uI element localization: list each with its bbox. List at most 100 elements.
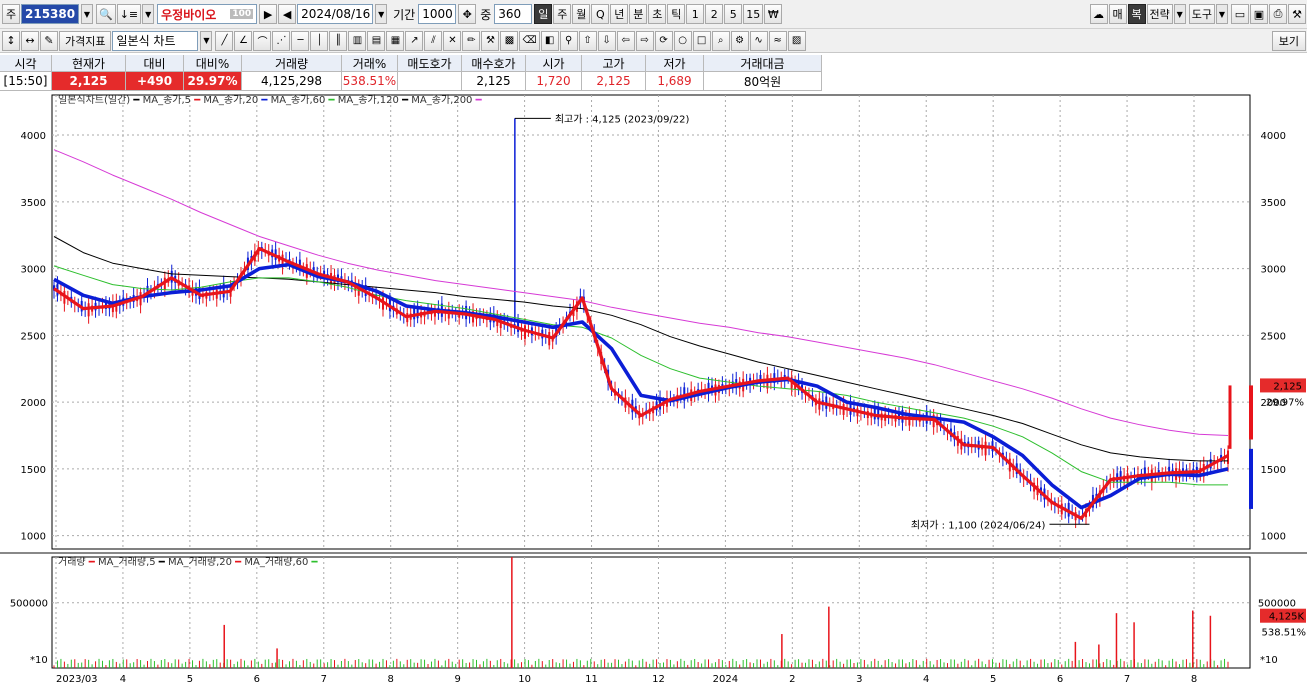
gann-tool-icon[interactable]: ✕ bbox=[443, 30, 462, 51]
interval-button[interactable]: 15 bbox=[743, 4, 764, 24]
interval-button[interactable]: 월 bbox=[572, 4, 591, 24]
settings-tool-icon[interactable]: ⚙ bbox=[730, 30, 749, 51]
interval-button[interactable]: Q bbox=[591, 4, 610, 24]
print-icon[interactable]: ⎙ bbox=[1269, 4, 1287, 24]
next-arrow-icon[interactable]: ▶ bbox=[259, 4, 278, 24]
arrow-left-tool-icon[interactable]: ⇦ bbox=[616, 30, 635, 51]
rb-2[interactable]: 전략 bbox=[1146, 4, 1173, 24]
arc-tool-icon[interactable]: ⌒ bbox=[253, 30, 272, 51]
indicator-button[interactable]: 가격지표 bbox=[59, 30, 112, 51]
tools-dropdown-icon[interactable]: ▼ bbox=[1216, 4, 1228, 24]
info-header: 현재가 bbox=[52, 55, 126, 72]
wave-tool-icon[interactable]: ∿ bbox=[749, 30, 768, 51]
chart-type-dropdown-icon[interactable]: ▼ bbox=[200, 30, 213, 51]
price-chart[interactable]: 1000 10001500 15002000 20002500 25003000 3000… bbox=[0, 91, 1307, 688]
period-input[interactable]: 1000 bbox=[418, 4, 457, 24]
code-dropdown-icon[interactable]: ▼ bbox=[81, 4, 93, 24]
interval-button[interactable]: 초 bbox=[648, 4, 667, 24]
search-icon[interactable]: 🔍 bbox=[96, 4, 116, 24]
prev-arrow-icon[interactable]: ◀ bbox=[278, 4, 297, 24]
name-badge: 100 bbox=[230, 9, 254, 19]
interval-buttons: 일 주 월 Q 년 분 초 틱 1 2 5 15 ₩ bbox=[534, 4, 783, 24]
count-input[interactable]: 360 bbox=[494, 4, 533, 24]
wave2-tool-icon[interactable]: ≈ bbox=[768, 30, 787, 51]
cloud-icon[interactable]: ☁ bbox=[1089, 4, 1108, 24]
info-header: 거래량 bbox=[242, 55, 342, 72]
rb-3[interactable]: 도구 bbox=[1188, 4, 1215, 24]
info-value: 1,689 bbox=[646, 72, 704, 91]
info-value: 4,125,298 bbox=[242, 72, 342, 91]
grid-tool-tool-icon[interactable]: ▥ bbox=[348, 30, 367, 51]
sort-icon[interactable]: ↓≡ bbox=[116, 4, 142, 24]
x-tick-label: 8 bbox=[1191, 674, 1197, 685]
save-icon[interactable]: ▣ bbox=[1250, 4, 1268, 24]
stock-type-button[interactable]: 주 bbox=[2, 4, 20, 24]
strategy-dropdown-icon[interactable]: ▼ bbox=[1173, 4, 1186, 24]
volume-tick-left: 500000 bbox=[10, 599, 48, 610]
folder-icon[interactable]: ▭ bbox=[1231, 4, 1249, 24]
circle-tool-icon[interactable]: ○ bbox=[673, 30, 692, 51]
cycle-tool-icon[interactable]: ⟳ bbox=[654, 30, 673, 51]
sort-dropdown-icon[interactable]: ▼ bbox=[142, 4, 155, 24]
pencil-tool-icon[interactable]: ✏ bbox=[462, 30, 481, 51]
chart-background bbox=[0, 91, 1307, 688]
interval-button[interactable]: 년 bbox=[610, 4, 629, 24]
zoom-tool-icon[interactable]: ⌕ bbox=[711, 30, 730, 51]
magnet-tool-icon[interactable]: ⚲ bbox=[559, 30, 578, 51]
scale-marker-left: *10 bbox=[30, 655, 48, 666]
arrow-right-tool-icon[interactable]: ⇨ bbox=[635, 30, 654, 51]
legend-swatch: ━ bbox=[86, 557, 98, 568]
fan-tool-icon[interactable]: ⋰ bbox=[272, 30, 291, 51]
edit-icon[interactable]: ✎ bbox=[40, 30, 58, 51]
channel-tool-icon[interactable]: ║ bbox=[329, 30, 348, 51]
legend-swatch: ━ bbox=[130, 95, 142, 106]
angle-tool-icon[interactable]: ∠ bbox=[234, 30, 253, 51]
paint-tool-icon[interactable]: ◧ bbox=[540, 30, 559, 51]
color-tool-icon[interactable]: ▩ bbox=[500, 30, 519, 51]
info-header: 매수호가 bbox=[462, 55, 526, 72]
x-tick-label: 5 bbox=[990, 674, 996, 685]
parallel-tool-icon[interactable]: ⫽ bbox=[424, 30, 443, 51]
crosshair-icon[interactable]: ✥ bbox=[458, 4, 477, 24]
image-tool-icon[interactable]: ▨ bbox=[787, 30, 806, 51]
bars-tool-icon[interactable]: ▦ bbox=[386, 30, 405, 51]
stock-code-input[interactable]: 215380 bbox=[21, 4, 79, 24]
date-dropdown-icon[interactable]: ▼ bbox=[375, 4, 388, 24]
rb-0[interactable]: 매 bbox=[1108, 4, 1127, 24]
interval-button[interactable]: ₩ bbox=[764, 4, 783, 24]
vline-tool-icon[interactable]: │ bbox=[310, 30, 329, 51]
legend-item: MA_종가,20 bbox=[203, 94, 258, 106]
interval-button[interactable]: 5 bbox=[724, 4, 743, 24]
eraser-tool-icon[interactable]: ⌫ bbox=[519, 30, 540, 51]
x-tick-label: 11 bbox=[585, 674, 598, 685]
line-tool-icon[interactable]: ╱ bbox=[215, 30, 234, 51]
expand-icon[interactable]: ↔ bbox=[21, 30, 39, 51]
tools-tool-icon[interactable]: ⚒ bbox=[481, 30, 500, 51]
info-header: 시각 bbox=[0, 55, 52, 72]
rect-tool-icon[interactable]: □ bbox=[692, 30, 711, 51]
updown-icon[interactable]: ↕ bbox=[2, 30, 20, 51]
interval-button[interactable]: 2 bbox=[705, 4, 724, 24]
date-input[interactable]: 2024/08/16 bbox=[297, 4, 374, 24]
interval-button[interactable]: 주 bbox=[553, 4, 572, 24]
price-tick-right: 3500 bbox=[1261, 198, 1286, 209]
stock-name: 우정바이오 bbox=[161, 7, 217, 22]
hline-tool-icon[interactable]: ─ bbox=[291, 30, 310, 51]
wrench-icon[interactable]: ⚒ bbox=[1288, 4, 1306, 24]
arrow-down-tool-icon[interactable]: ⇩ bbox=[597, 30, 616, 51]
interval-button[interactable]: 분 bbox=[629, 4, 648, 24]
rb-1[interactable]: 복 bbox=[1127, 4, 1146, 24]
chart-type-select[interactable]: 일본식 차트 bbox=[112, 30, 199, 51]
trend-tool-icon[interactable]: ↗ bbox=[405, 30, 424, 51]
stock-name-field[interactable]: 우정바이오 100 bbox=[157, 4, 258, 24]
fibo-tool-icon[interactable]: ▤ bbox=[367, 30, 386, 51]
interval-button[interactable]: 일 bbox=[534, 4, 553, 24]
legend-item: MA_거래량,60 bbox=[244, 556, 308, 568]
interval-button[interactable]: 1 bbox=[686, 4, 705, 24]
arrow-up-tool-icon[interactable]: ⇧ bbox=[578, 30, 597, 51]
interval-button[interactable]: 틱 bbox=[667, 4, 686, 24]
view-button[interactable]: 보기 bbox=[1271, 30, 1306, 51]
info-header: 거래% bbox=[342, 55, 398, 72]
scale-marker-right: *10 bbox=[1260, 655, 1278, 666]
legend-item: 일본식차트(일간) bbox=[58, 94, 130, 106]
